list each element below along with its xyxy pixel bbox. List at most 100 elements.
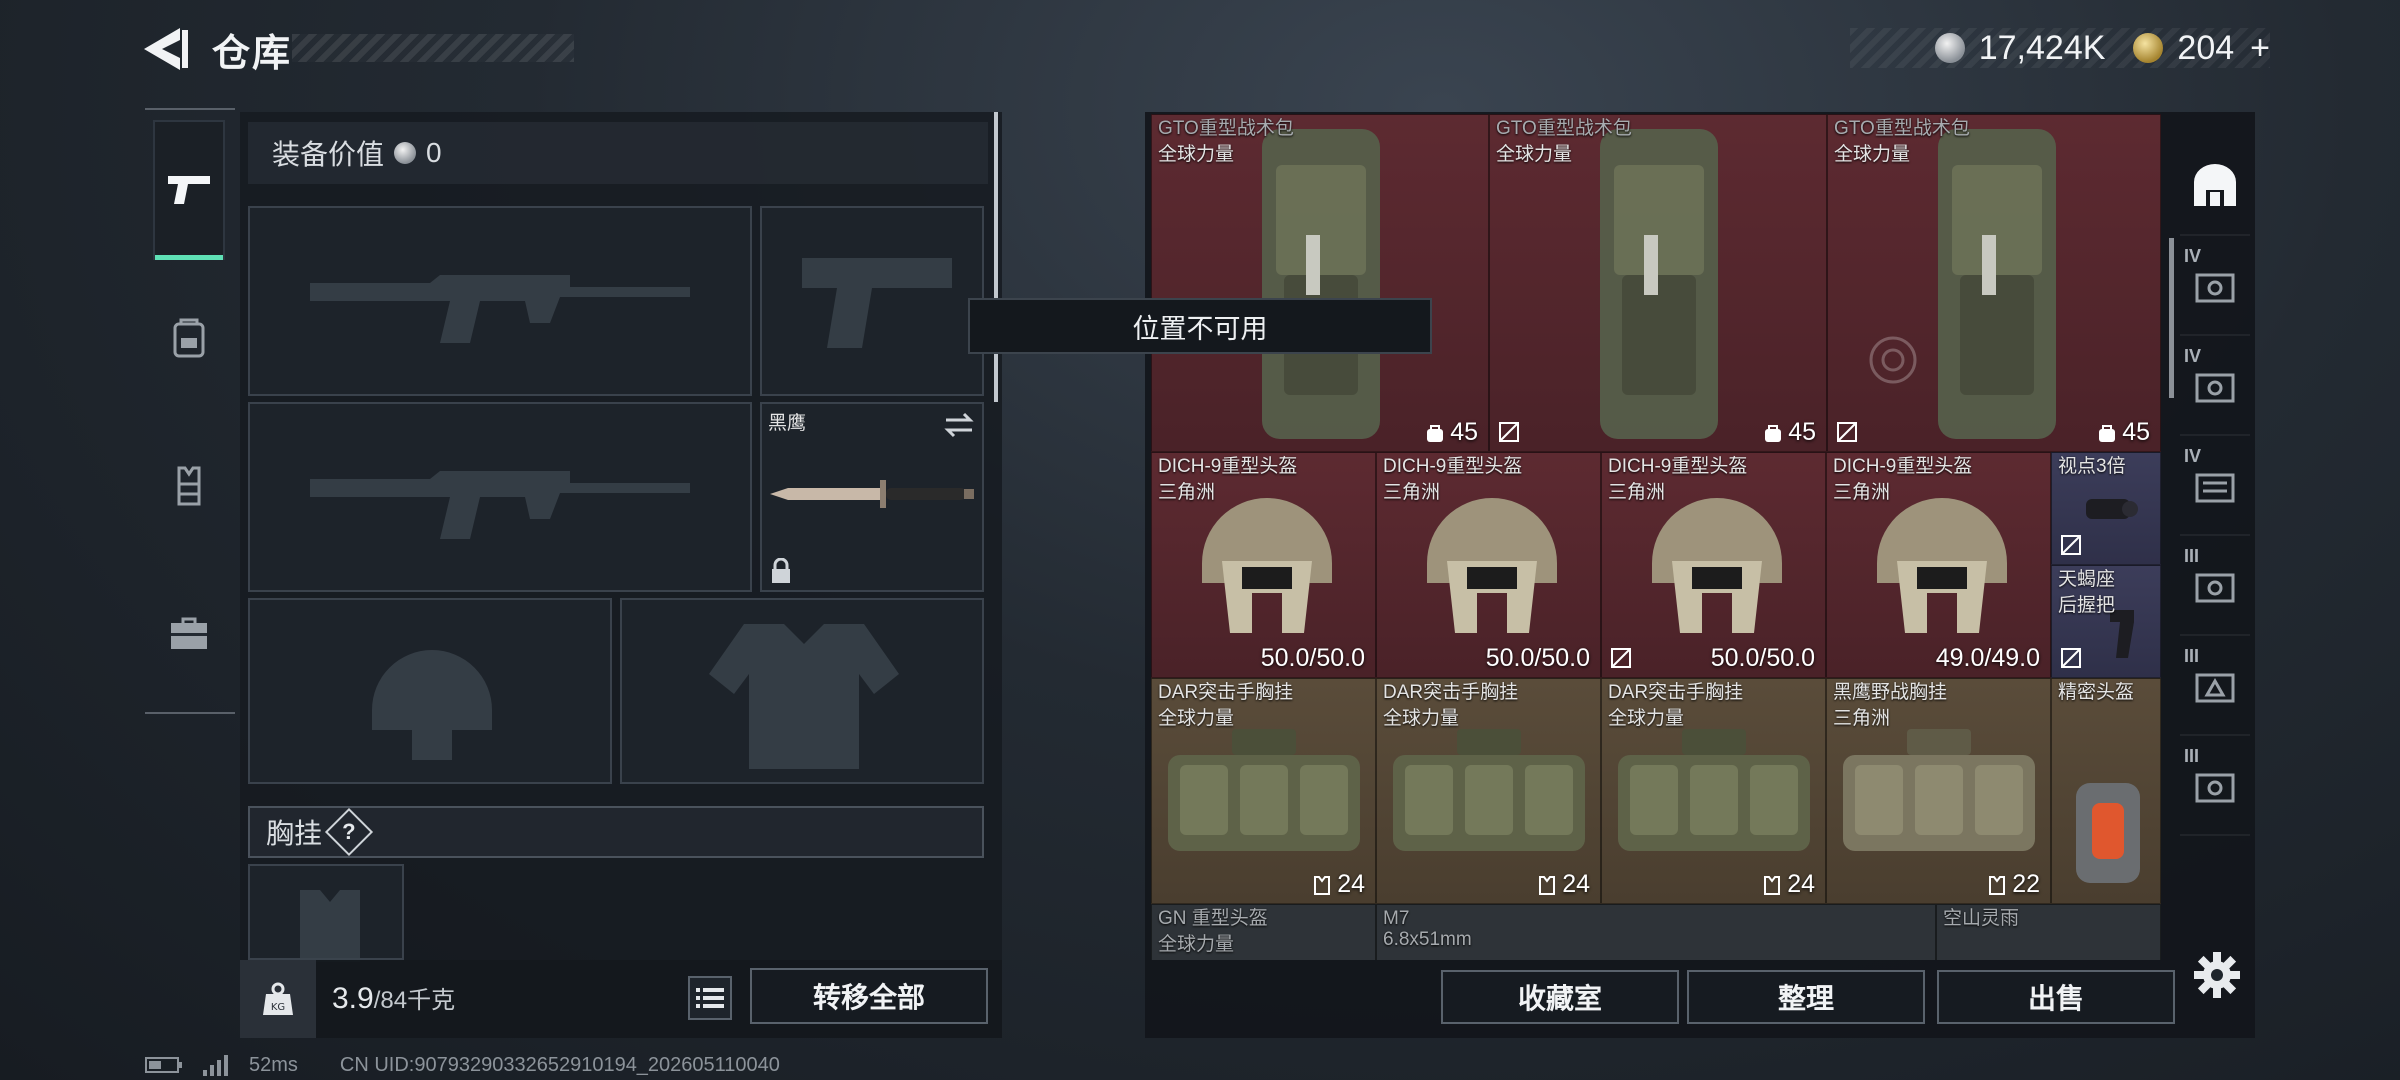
primary-weapon-slot[interactable]	[248, 206, 752, 396]
item-stat: 22	[1988, 870, 2040, 899]
stash-item-scope[interactable]: 视点3倍	[2051, 452, 2161, 565]
sell-button[interactable]: 出售	[1937, 970, 2175, 1024]
chest-rig-slot[interactable]	[248, 864, 404, 962]
gold-coin-icon	[2133, 33, 2164, 63]
item-name: 视点3倍	[2058, 456, 2126, 477]
transfer-all-button[interactable]: 转移全部	[750, 968, 988, 1024]
item-name: DAR突击手胸挂	[1383, 682, 1519, 703]
category-all[interactable]	[2180, 136, 2250, 236]
item-name: DAR突击手胸挂	[1608, 682, 1744, 703]
item-name: GN 重型头盔	[1158, 908, 1268, 929]
item-sub: 三角洲	[1608, 482, 1666, 503]
stash-item-grip[interactable]: 天蝎座 后握把	[2051, 565, 2161, 678]
stash-item-chest-rig[interactable]: 黑鹰野战胸挂 三角洲 22	[1826, 678, 2051, 904]
category-container[interactable]: III	[2180, 636, 2250, 736]
item-name: 黑鹰野战胸挂	[1833, 682, 1948, 703]
item-stat: 24	[1538, 870, 1590, 899]
body-armor-slot[interactable]	[620, 598, 984, 784]
vest-capacity-icon	[1989, 875, 2006, 895]
tab-toolbox[interactable]	[153, 564, 225, 704]
item-sub: 全球力量	[1158, 144, 1235, 165]
no-insurance-icon	[1499, 422, 1519, 442]
vest-icon	[177, 466, 201, 506]
organize-button[interactable]: 整理	[1687, 970, 1925, 1024]
stash-item-misc[interactable]: 空山灵雨	[1936, 904, 2161, 960]
vest-capacity-icon	[1764, 875, 1781, 895]
stash-scrollbar[interactable]	[2169, 238, 2174, 398]
item-sub: 全球力量	[1496, 144, 1573, 165]
category-container[interactable]: IV	[2180, 436, 2250, 536]
stash-item-backpack[interactable]: GTO重型战术包 全球力量 45	[1151, 114, 1489, 452]
stash-item-helmet[interactable]: DICH-9重型头盔 三角洲 50.0/50.0	[1601, 452, 1826, 678]
stash-item-chest-rig[interactable]: DAR突击手胸挂 全球力量 24	[1376, 678, 1601, 904]
category-container[interactable]: III	[2180, 536, 2250, 636]
home-shelter-icon	[2194, 164, 2236, 206]
collection-room-button[interactable]: 收藏室	[1441, 970, 1679, 1024]
backpack-icon	[1938, 129, 2056, 439]
storage-box-icon	[2195, 673, 2235, 703]
secondary-weapon-slot[interactable]	[248, 402, 752, 592]
stash-panel: GTO重型战术包 全球力量 45 GTO重型战术包 全球力量 45 GTO重型战…	[1145, 112, 2255, 1038]
capacity-icon	[1765, 424, 1782, 442]
helmet-silhouette-icon	[372, 650, 492, 760]
sidearm-slot[interactable]	[760, 206, 984, 396]
stash-item-helmet[interactable]: DICH-9重型头盔 三角洲 49.0/49.0	[1826, 452, 2051, 678]
vest-silhouette-icon	[300, 890, 360, 962]
list-view-button[interactable]	[688, 976, 732, 1020]
stash-item-helmet[interactable]: DICH-9重型头盔 三角洲 50.0/50.0	[1376, 452, 1601, 678]
stash-item-chest-rig[interactable]: DAR突击手胸挂 全球力量 24	[1151, 678, 1376, 904]
rifle-silhouette-icon	[310, 275, 690, 343]
silver-balance: 17,424K	[1978, 28, 2106, 67]
item-stat: 24	[1313, 870, 1365, 899]
item-sub: 三角洲	[1833, 708, 1891, 729]
stash-item-helmet[interactable]: DICH-9重型头盔 三角洲 50.0/50.0	[1151, 452, 1376, 678]
item-sub: 全球力量	[1383, 708, 1460, 729]
weight-bar: KG 3.9/84千克 转移全部	[240, 960, 1002, 1038]
settings-button[interactable]	[2192, 950, 2242, 1000]
user-uid: CN UID:907932903326529101​94_20260511004…	[339, 1053, 780, 1076]
item-sub: 三角洲	[1158, 482, 1216, 503]
item-name: DICH-9重型头盔	[1608, 456, 1748, 477]
help-button[interactable]: ?	[324, 807, 374, 857]
helmet-slot[interactable]	[248, 598, 612, 784]
backpack-icon	[173, 318, 205, 358]
item-sub: 三角洲	[1383, 482, 1441, 503]
chest-rig-icon	[1168, 729, 1360, 851]
item-name: GTO重型战术包	[1834, 118, 1970, 139]
tab-vest[interactable]	[153, 416, 225, 556]
item-durability: 50.0/50.0	[1710, 644, 1815, 672]
scope-icon	[2086, 499, 2138, 519]
storage-box-icon	[2195, 373, 2235, 403]
tab-backpack[interactable]	[153, 268, 225, 408]
stash-item-backpack[interactable]: GTO重型战术包 全球力量 45	[1489, 114, 1827, 452]
back-button[interactable]	[140, 26, 190, 72]
position-unavailable-tooltip: 位置不可用	[968, 298, 1432, 354]
title-decoration	[292, 34, 574, 62]
battery-icon	[145, 1057, 182, 1073]
pistol-silhouette-icon	[802, 258, 952, 348]
item-name: DAR突击手胸挂	[1158, 682, 1294, 703]
category-container[interactable]: IV	[2180, 336, 2250, 436]
storage-box-icon	[2195, 773, 2235, 803]
equipment-scrollbar[interactable]	[994, 112, 998, 402]
stash-item-helmet[interactable]: GN 重型头盔 全球力量	[1151, 904, 1376, 960]
swap-icon[interactable]	[944, 412, 974, 438]
item-sub: 全球力量	[1834, 144, 1911, 165]
stash-item-rifle[interactable]: M7 6.8x51mm	[1376, 904, 1936, 960]
list-icon	[696, 988, 724, 1008]
stash-item-backpack[interactable]: GTO重型战术包 全球力量 45	[1827, 114, 2161, 452]
add-currency-button[interactable]: +	[2250, 29, 2270, 68]
weight-readout: 3.9/84千克	[332, 982, 456, 1015]
lock-icon	[772, 558, 790, 583]
silver-coin-icon	[1934, 33, 1965, 63]
stash-item-chest-rig[interactable]: DAR突击手胸挂 全球力量 24	[1601, 678, 1826, 904]
tab-weapons[interactable]	[153, 120, 225, 260]
category-container[interactable]: III	[2180, 736, 2250, 836]
stash-item-precision-helmet[interactable]: 精密头盔	[2051, 678, 2161, 904]
currency-bar: 17,424K 204 +	[1850, 28, 2270, 68]
category-container[interactable]: IV	[2180, 236, 2250, 336]
melee-slot[interactable]: 黑鹰	[760, 402, 984, 592]
backpack-icon	[1600, 129, 1718, 439]
status-bar: 52ms CN UID:907932903326529101​94_202605…	[145, 1052, 780, 1078]
item-stat: 45	[1764, 418, 1816, 447]
